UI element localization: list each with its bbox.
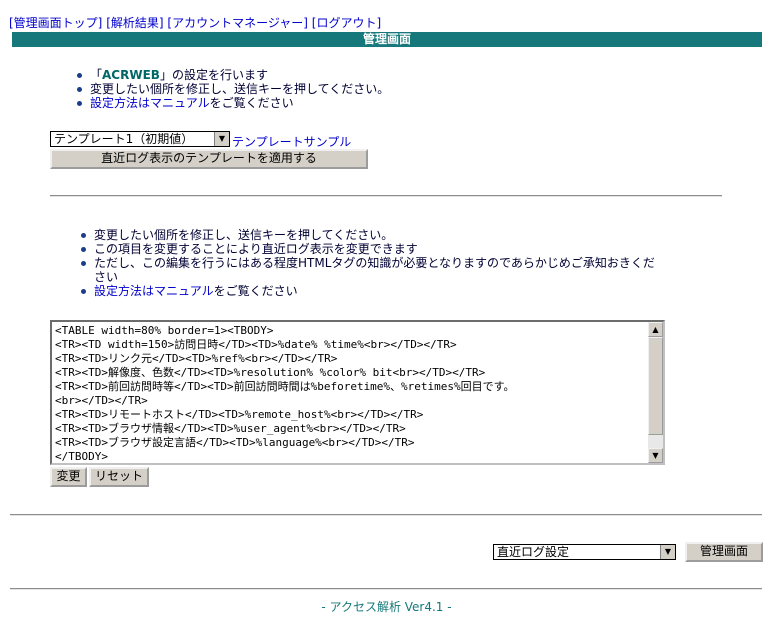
nav-analysis-results-link[interactable]: [解析結果] — [106, 16, 163, 30]
template-editor[interactable]: <TABLE width=80% border=1><TBODY> <TR><T… — [50, 320, 665, 465]
template-select-value: テンプレート1（初期値） — [54, 132, 194, 146]
manual-link[interactable]: 設定方法はマニュアル — [90, 96, 210, 110]
list-item: 変更したい個所を修正し、送信キーを押してください。 — [78, 228, 658, 242]
footer-version: - アクセス解析 Ver4.1 - — [321, 600, 452, 614]
list-item: 変更したい個所を修正し、送信キーを押してください。 — [74, 82, 389, 96]
divider — [50, 195, 722, 197]
manual-link[interactable]: 設定方法はマニュアル — [94, 284, 214, 298]
reset-button[interactable]: リセット — [89, 467, 149, 487]
intro-list: 「ACRWEB」の設定を行います 変更したい個所を修正し、送信キーを押してくださ… — [74, 68, 389, 110]
editor-scrollbar[interactable]: ▲ ▼ — [648, 322, 663, 463]
divider — [10, 514, 762, 516]
settings-page-select[interactable]: 直近ログ設定 ▼ — [493, 544, 676, 560]
chevron-down-icon[interactable]: ▼ — [214, 132, 229, 146]
nav-admin-top-link[interactable]: [管理画面トップ] — [9, 16, 102, 30]
divider — [10, 588, 762, 590]
list-item: 設定方法はマニュアルをご覧ください — [74, 96, 389, 110]
scroll-up-icon[interactable]: ▲ — [648, 322, 663, 337]
nav-logout-link[interactable]: [ログアウト] — [312, 16, 381, 30]
notes-list: 変更したい個所を修正し、送信キーを押してください。 この項目を変更することにより… — [78, 228, 658, 298]
template-sample-link[interactable]: テンプレートサンプル — [232, 133, 351, 150]
list-item: この項目を変更することにより直近ログ表示を変更できます — [78, 242, 658, 256]
chevron-down-icon[interactable]: ▼ — [660, 545, 675, 559]
nav-account-manager-link[interactable]: [アカウントマネージャー] — [167, 16, 308, 30]
apply-template-button[interactable]: 直近ログ表示のテンプレートを適用する — [50, 149, 368, 169]
admin-screen-button[interactable]: 管理画面 — [685, 542, 763, 562]
list-item: 「ACRWEB」の設定を行います — [74, 68, 389, 82]
list-item: ただし、この編集を行うにはある程度HTMLタグの知識が必要となりますのであらかじ… — [78, 256, 658, 284]
template-editor-content[interactable]: <TABLE width=80% border=1><TBODY> <TR><T… — [55, 324, 645, 464]
list-item: 設定方法はマニュアルをご覧ください — [78, 284, 658, 298]
brand-name: ACRWEB — [102, 68, 160, 82]
page-title: 管理画面 — [12, 32, 762, 47]
scroll-down-icon[interactable]: ▼ — [648, 448, 663, 463]
template-select[interactable]: テンプレート1（初期値） ▼ — [50, 131, 230, 147]
settings-page-select-value: 直近ログ設定 — [497, 545, 570, 559]
scroll-thumb[interactable] — [648, 337, 663, 435]
change-button[interactable]: 変更 — [50, 467, 87, 487]
top-nav: [管理画面トップ] [解析結果] [アカウントマネージャー] [ログアウト] — [9, 14, 381, 31]
